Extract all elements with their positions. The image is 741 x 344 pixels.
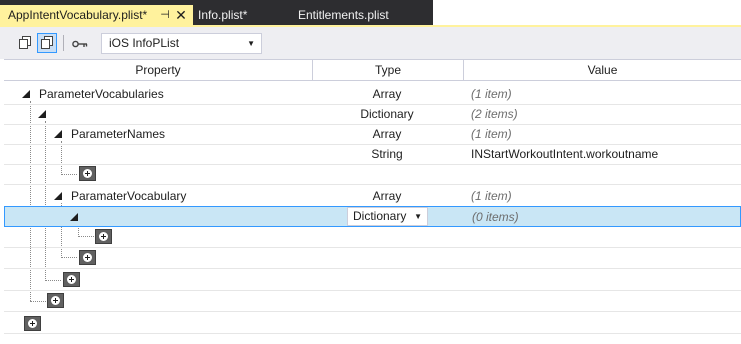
table-row-selected[interactable]: Dictionary ▼ (0 items) <box>4 206 741 227</box>
plus-icon-bar <box>32 321 33 326</box>
property-cell: ParamaterVocabulary <box>71 189 187 203</box>
plus-icon-bar <box>103 234 104 239</box>
doc-stack-icon <box>41 39 50 49</box>
type-cell[interactable]: String <box>312 144 462 164</box>
add-item-button[interactable] <box>24 316 41 331</box>
column-header-value[interactable]: Value <box>464 60 741 80</box>
table-row <box>4 270 741 291</box>
expander-icon[interactable] <box>22 90 30 98</box>
grid-header: Property Type Value <box>4 59 741 81</box>
type-cell[interactable]: Dictionary <box>312 104 462 124</box>
table-row <box>4 313 741 334</box>
collapse-all-button[interactable] <box>16 33 36 53</box>
type-cell[interactable]: Array <box>312 186 462 206</box>
plus-icon-bar <box>55 298 56 303</box>
plus-icon-bar <box>87 255 88 260</box>
expander-icon[interactable] <box>54 130 62 138</box>
pin-icon[interactable]: ⊣ <box>159 5 171 25</box>
tab-info-plist[interactable]: Info.plist* <box>198 5 247 25</box>
table-row <box>4 248 741 269</box>
type-cell[interactable]: Array <box>312 84 462 104</box>
column-header-type[interactable]: Type <box>313 60 463 80</box>
editor-toolbar: iOS InfoPList ▼ <box>0 25 741 59</box>
doc-stack-icon <box>19 39 28 49</box>
document-tab-strip: AppIntentVocabulary.plist* ⊣ ✕ Info.plis… <box>0 0 741 25</box>
table-row[interactable]: Dictionary (2 items) <box>4 104 741 125</box>
chevron-down-icon: ▼ <box>247 39 255 48</box>
value-cell: (1 item) <box>471 127 512 141</box>
tab-label: AppIntentVocabulary.plist* <box>8 8 148 22</box>
expander-icon[interactable] <box>70 213 78 221</box>
expand-all-button[interactable] <box>37 33 57 53</box>
table-row <box>4 164 741 185</box>
column-header-property[interactable]: Property <box>4 60 312 80</box>
chevron-down-icon: ▼ <box>414 212 422 221</box>
close-icon[interactable]: ✕ <box>174 5 188 25</box>
add-item-button[interactable] <box>47 293 64 308</box>
property-cell: ParameterNames <box>71 127 166 141</box>
add-item-button[interactable] <box>95 229 112 244</box>
key-icon[interactable] <box>72 40 88 48</box>
expander-icon[interactable] <box>38 110 46 118</box>
value-cell: (1 item) <box>471 189 512 203</box>
value-cell[interactable]: INStartWorkoutIntent.workoutname <box>471 144 658 164</box>
schema-dropdown-value: iOS InfoPList <box>109 36 180 50</box>
table-row[interactable]: ParameterNames Array (1 item) <box>4 124 741 145</box>
table-row[interactable]: String INStartWorkoutIntent.workoutname <box>4 144 741 165</box>
add-item-button[interactable] <box>79 166 96 181</box>
plus-icon-bar <box>87 171 88 176</box>
expander-icon[interactable] <box>54 192 62 200</box>
type-dropdown-value: Dictionary <box>353 209 407 223</box>
tab-app-intent-vocabulary[interactable]: AppIntentVocabulary.plist* ⊣ ✕ <box>0 5 193 25</box>
table-row <box>4 227 741 248</box>
schema-dropdown[interactable]: iOS InfoPList ▼ <box>101 33 262 54</box>
toolbar-separator <box>63 35 64 51</box>
table-row[interactable]: ParamaterVocabulary Array (1 item) <box>4 186 741 207</box>
table-row[interactable]: ParameterVocabularies Array (1 item) <box>4 84 741 105</box>
tab-entitlements-plist[interactable]: Entitlements.plist <box>298 5 389 25</box>
property-cell: ParameterVocabularies <box>39 87 164 101</box>
value-cell: (1 item) <box>471 87 512 101</box>
value-cell: (2 items) <box>471 107 518 121</box>
add-item-button[interactable] <box>63 272 80 287</box>
type-dropdown[interactable]: Dictionary ▼ <box>347 207 428 226</box>
table-row <box>4 291 741 312</box>
add-item-button[interactable] <box>79 250 96 265</box>
plus-icon-bar <box>71 277 72 282</box>
value-cell: (0 items) <box>472 210 519 224</box>
type-cell[interactable]: Array <box>312 124 462 144</box>
